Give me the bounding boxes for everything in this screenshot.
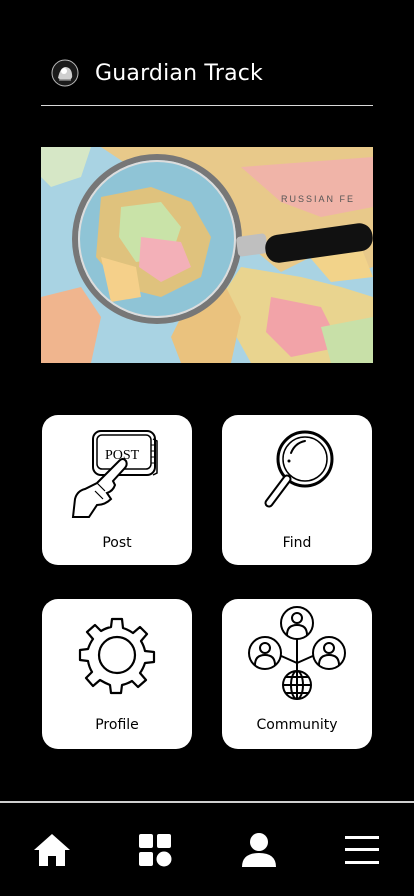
find-label: Find (282, 535, 312, 551)
community-label: Community (256, 717, 338, 733)
app-title: Guardian Track (95, 60, 263, 86)
user-icon (241, 832, 276, 867)
community-card[interactable]: Community (222, 599, 372, 749)
post-label: Post (102, 535, 132, 551)
nav-menu[interactable] (311, 803, 414, 896)
svg-text:RUSSIAN FE: RUSSIAN FE (281, 194, 355, 204)
profile-label: Profile (95, 717, 139, 733)
bottom-nav (0, 803, 414, 896)
find-card[interactable]: Find (222, 415, 372, 565)
profile-card[interactable]: Profile (42, 599, 192, 749)
nav-home[interactable] (0, 803, 104, 896)
app-header: Guardian Track (41, 52, 373, 94)
header-divider (41, 105, 373, 106)
app-logo-icon[interactable] (49, 57, 81, 89)
nav-apps[interactable] (104, 803, 208, 896)
post-button-press-icon: POST (42, 415, 192, 527)
magnifying-glass-icon (222, 415, 372, 527)
network-people-icon (222, 599, 372, 711)
hamburger-menu-icon (345, 835, 380, 864)
hero-map-image: RUSSIAN FE (41, 147, 373, 363)
home-icon (33, 833, 70, 866)
grid-icon (139, 833, 172, 866)
gear-icon (42, 599, 192, 711)
post-card[interactable]: POST Post (42, 415, 192, 565)
nav-account[interactable] (207, 803, 311, 896)
